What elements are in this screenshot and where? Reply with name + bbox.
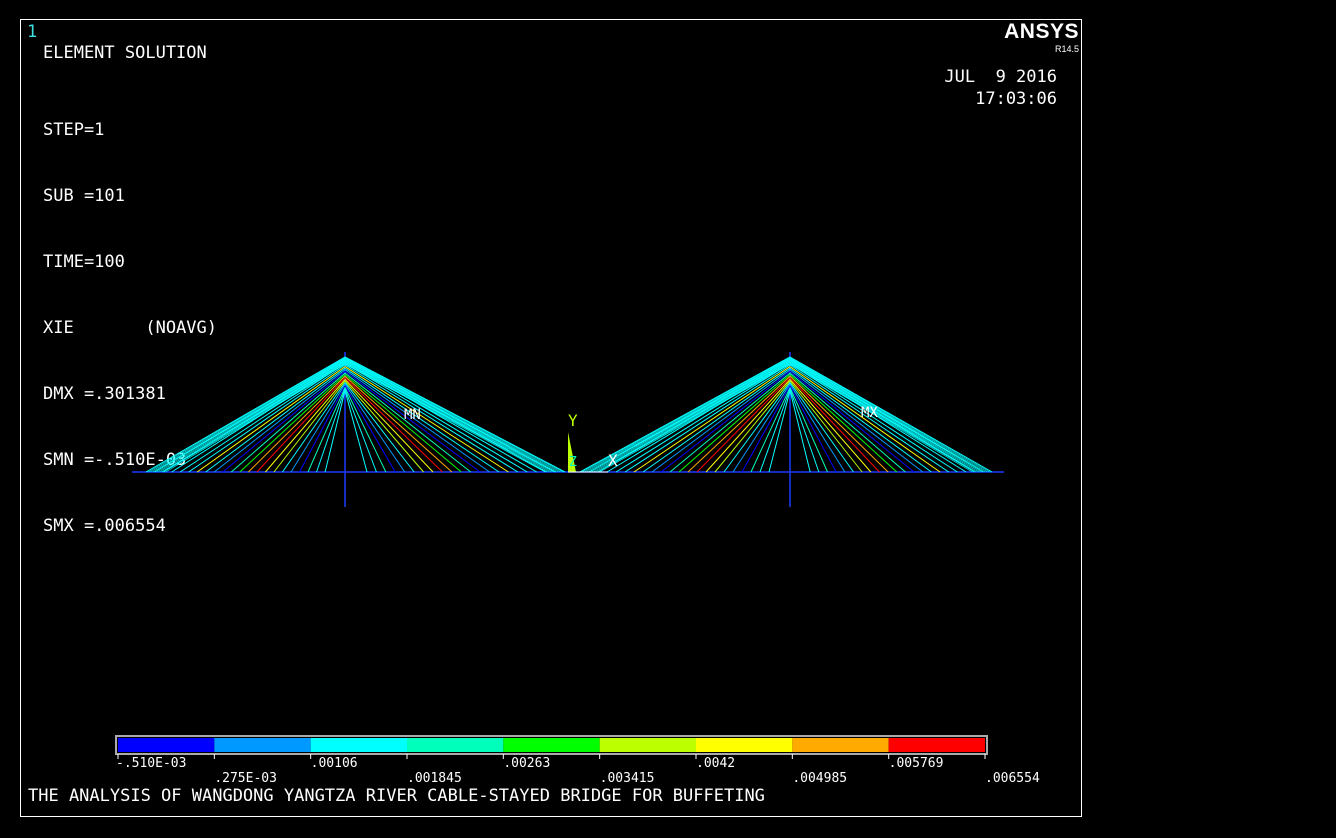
legend-label: .001845 — [407, 771, 462, 786]
right-tower-cable-right — [789, 383, 846, 473]
left-tower-outer-cable — [152, 359, 346, 473]
legend-label: .00263 — [503, 756, 550, 771]
legend-swatch — [118, 738, 215, 752]
legend-swatch — [310, 738, 407, 752]
right-tower-cable-right — [789, 388, 820, 473]
left-tower-cable-right — [344, 388, 377, 473]
right-tower-cable-left — [660, 371, 791, 473]
left-tower-outer-cable — [161, 362, 346, 473]
left-tower-outer-cable — [165, 363, 346, 473]
legend-label: .275E-03 — [214, 771, 277, 786]
right-tower-outer-cable — [789, 363, 973, 473]
legend-swatch — [503, 738, 600, 752]
right-tower-cable-left — [642, 367, 791, 473]
right-tower-outer-cable — [595, 362, 791, 473]
right-tower-outer-cable — [789, 359, 986, 473]
right-tower-cable-left — [624, 364, 791, 473]
legend-label: .00106 — [311, 756, 358, 771]
legend-label: .005769 — [889, 756, 944, 771]
left-tower-cable-right — [344, 367, 500, 473]
right-tower-cable-left — [732, 383, 791, 473]
max-marker: MX — [861, 405, 878, 421]
left-tower-cable-right — [344, 364, 519, 473]
legend-swatch — [599, 738, 696, 752]
right-tower-outer-cable — [789, 363, 975, 473]
left-tower-outer-cable — [344, 359, 559, 473]
right-tower-cable-left — [705, 379, 791, 473]
legend-swatch — [407, 738, 504, 752]
left-tower-cable-right — [344, 383, 406, 473]
left-tower-cable-right — [344, 379, 434, 473]
contour-legend: -.510E-03 .275E-03 .00106 .001845 .00263 .003… — [115, 735, 1040, 786]
right-tower-cable-right — [789, 371, 915, 473]
legend-label: .0042 — [696, 756, 735, 771]
left-tower-outer-cable — [163, 363, 346, 473]
bridge-plot: MN MX Y Z X -.510E-03 .275E-03 .00106 .0018… — [115, 352, 1040, 786]
legend-label: .006554 — [985, 771, 1040, 786]
left-tower-cable-left — [290, 383, 346, 473]
right-tower-cable-left — [759, 388, 791, 473]
left-tower-cable-left — [205, 367, 346, 473]
right-tower-cable-right — [789, 379, 872, 473]
legend-label: -.510E-03 — [116, 756, 186, 771]
right-tower-outer-cable — [599, 363, 791, 473]
right-tower-outer-cable — [588, 359, 791, 473]
triad-x-label: X — [608, 451, 618, 470]
left-tower-cable-left — [316, 388, 346, 473]
right-tower-cable-left — [669, 372, 791, 473]
legend-swatch — [214, 738, 311, 752]
left-tower-cable-left — [222, 371, 346, 473]
left-tower-outer-cable — [344, 363, 548, 473]
right-tower-outer-cable — [789, 362, 977, 473]
legend-swatch — [696, 738, 793, 752]
min-marker: MN — [404, 407, 421, 423]
left-tower-outer-cable — [344, 363, 546, 473]
legend-label: .003415 — [600, 771, 655, 786]
axis-triad: Y Z X — [568, 411, 618, 473]
left-tower-cable-left — [265, 379, 346, 473]
right-tower-outer-cable — [597, 363, 791, 473]
triad-y-label: Y — [568, 411, 578, 430]
legend-swatch — [888, 738, 985, 752]
legend-swatch — [792, 738, 889, 752]
left-tower-outer-cable — [344, 359, 557, 473]
legend-label: .004985 — [792, 771, 847, 786]
triad-z-label: Z — [569, 455, 577, 470]
